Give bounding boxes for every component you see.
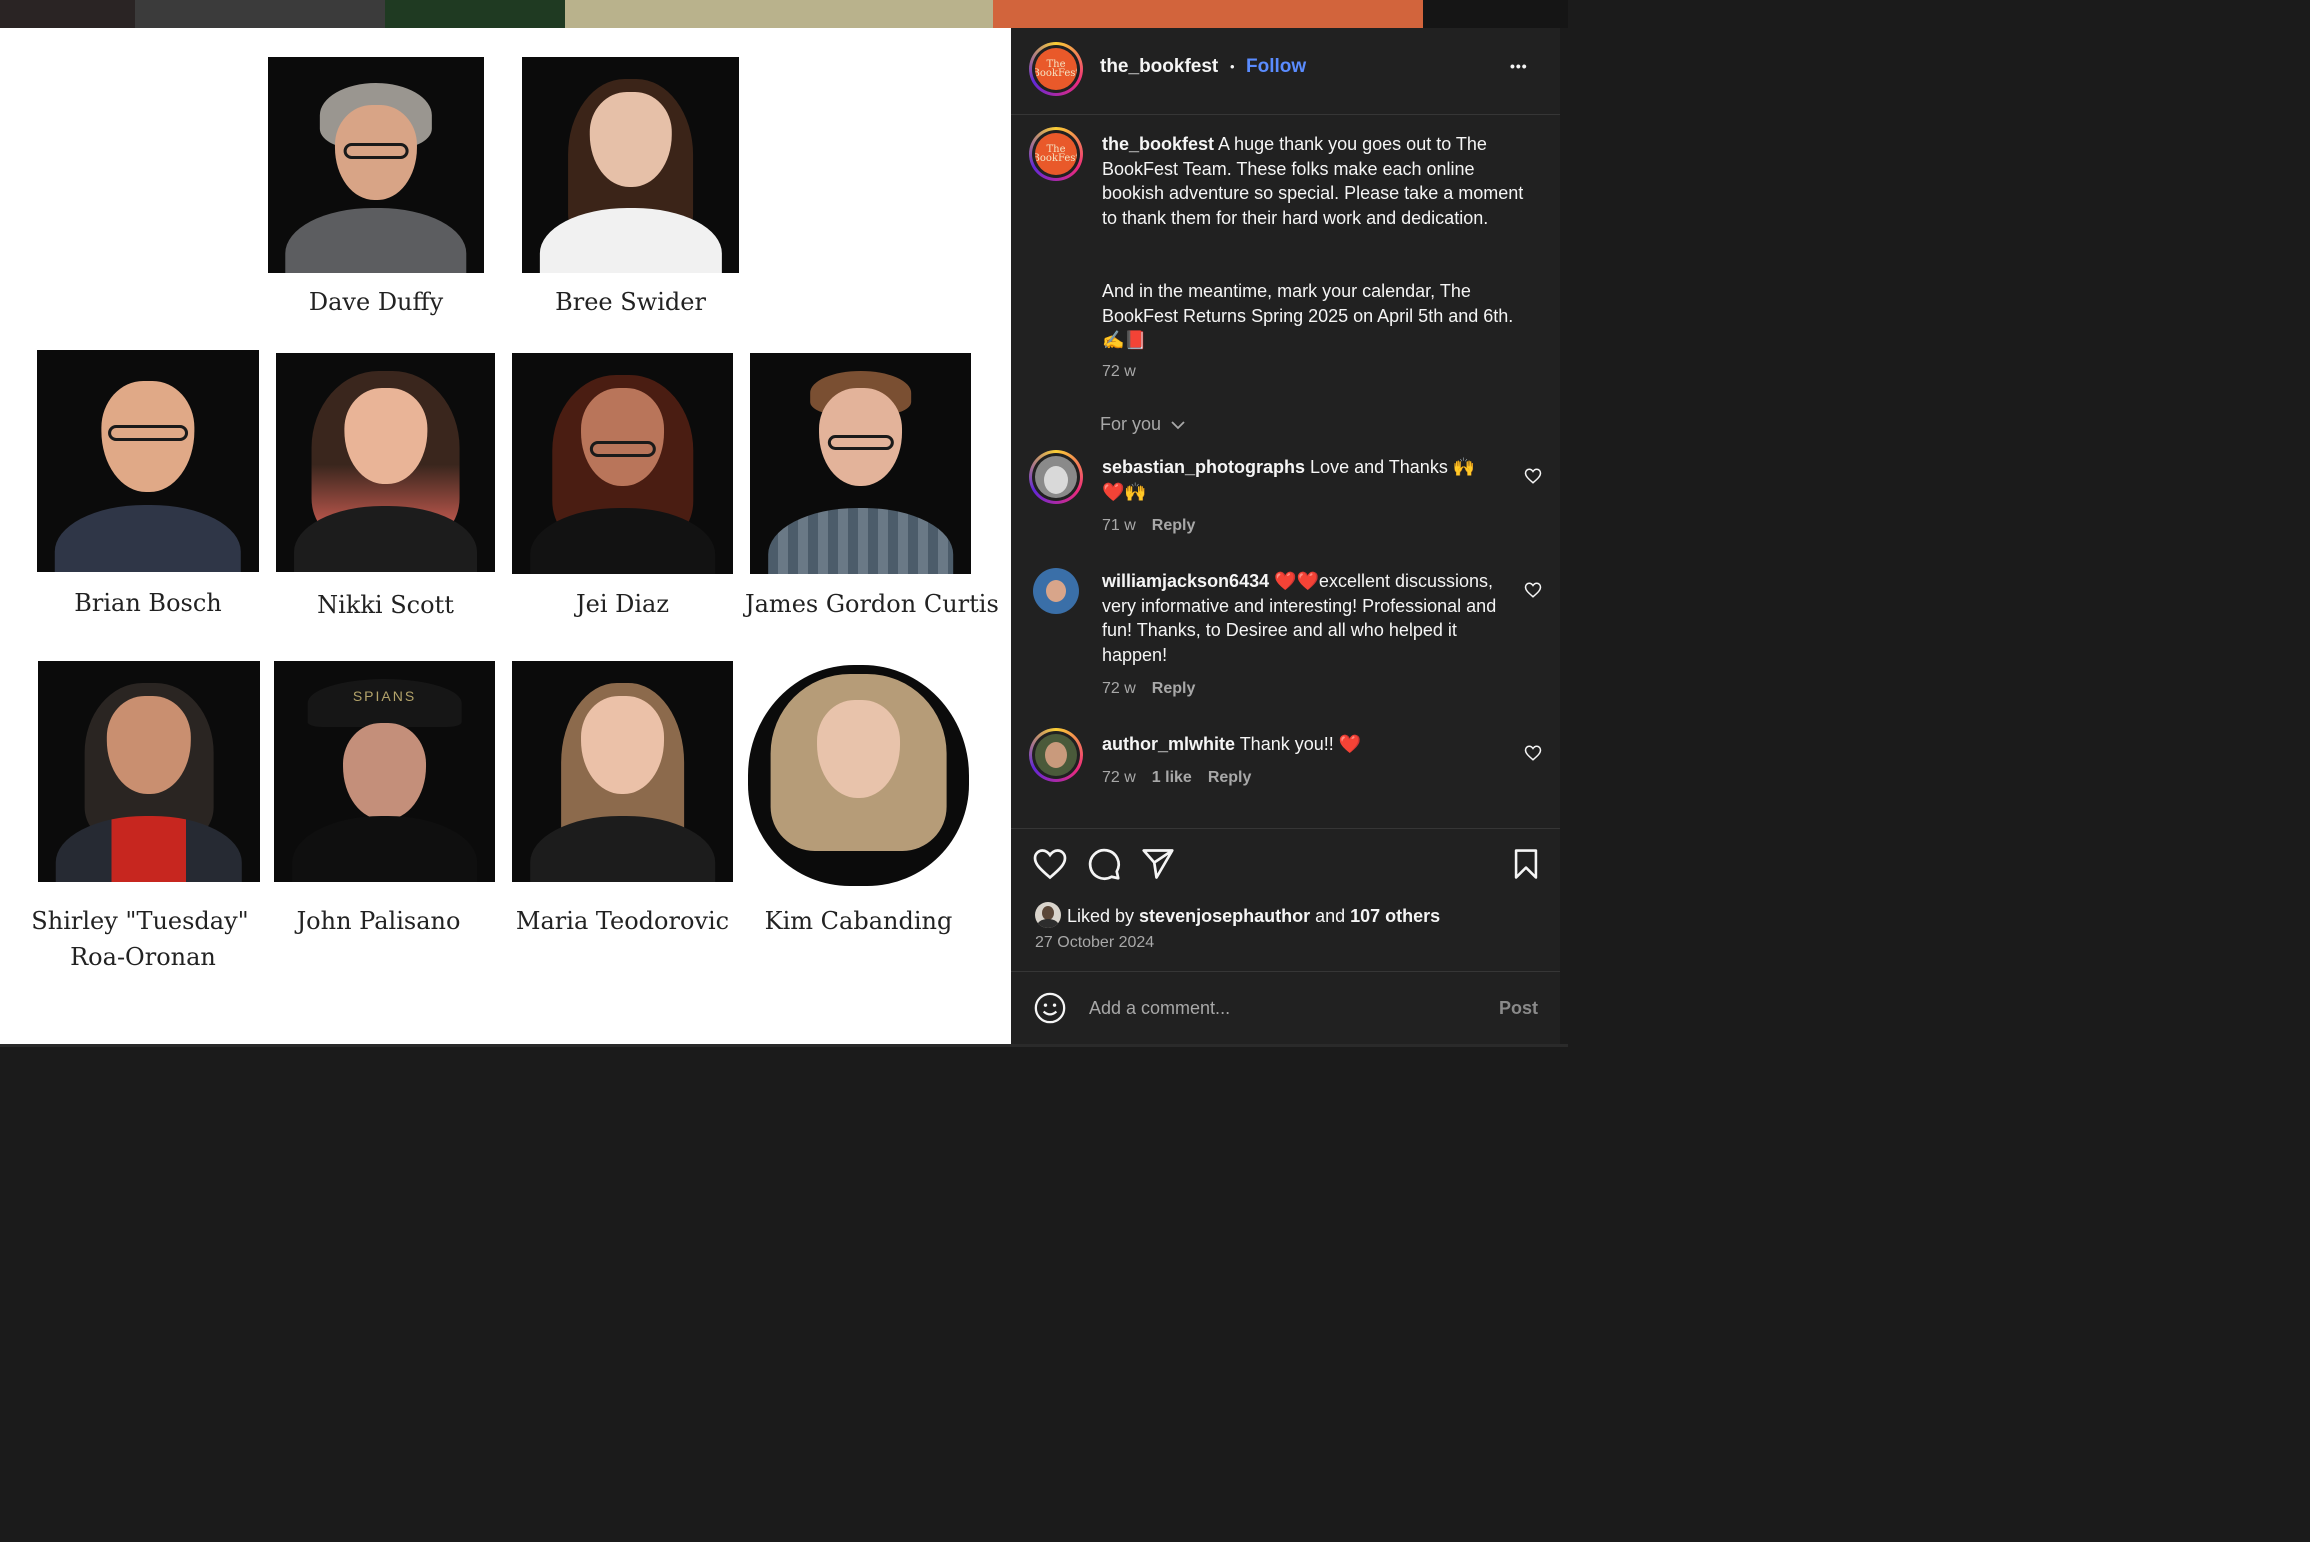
photo-jei-diaz <box>512 353 733 574</box>
composer-divider <box>1011 971 1560 972</box>
liked-by-others[interactable]: 107 others <box>1350 906 1440 926</box>
caption-text: the_bookfest A huge thank you goes out t… <box>1102 132 1532 230</box>
caption-time: 72 w <box>1102 363 1136 380</box>
follow-button[interactable]: Follow <box>1246 55 1306 80</box>
comment-meta: 72 w Reply <box>1102 680 1196 697</box>
header-separator: • <box>1230 59 1235 74</box>
for-you-dropdown[interactable]: For you <box>1100 412 1186 437</box>
more-options-button[interactable]: ••• <box>1510 54 1528 79</box>
header-username[interactable]: the_bookfest <box>1100 55 1218 80</box>
comment-text: author_mlwhite Thank you!! ❤️ <box>1102 734 1362 754</box>
caption-avatar[interactable]: TheBookFest <box>1029 127 1083 181</box>
caption-dave-duffy: Dave Duffy <box>308 288 444 316</box>
post-comment-button[interactable]: Post <box>1499 996 1538 1021</box>
caption-paragraph-2: And in the meantime, mark your calendar,… <box>1102 281 1514 350</box>
caption-shirley-line2: Roa-Oronan <box>70 943 216 971</box>
heart-icon[interactable] <box>1524 581 1542 599</box>
bookfest-logo: TheBookFest <box>1035 133 1077 175</box>
photo-shirley-roa-oronan <box>38 661 260 882</box>
actions-divider <box>1011 828 1560 829</box>
bookmark-icon[interactable] <box>1509 847 1543 881</box>
heart-icon[interactable] <box>1524 467 1542 485</box>
photo-kim-cabanding <box>748 665 969 886</box>
reply-button[interactable]: Reply <box>1208 769 1252 786</box>
like-icon[interactable] <box>1032 846 1068 882</box>
liker-avatar[interactable] <box>1035 902 1061 928</box>
photo-dave-duffy <box>268 57 484 273</box>
comment-avatar[interactable] <box>1033 568 1079 614</box>
comment-icon[interactable] <box>1086 846 1122 882</box>
photo-bree-swider <box>522 57 739 273</box>
caption-kim-cabanding: Kim Cabanding <box>764 907 953 935</box>
share-icon[interactable] <box>1140 846 1176 882</box>
caption-bree-swider: Bree Swider <box>555 288 706 316</box>
hat: SPIANS <box>307 678 462 728</box>
header-divider <box>1011 114 1560 115</box>
sidebar-edge <box>1560 28 1568 1044</box>
background-strip <box>0 0 1568 28</box>
comment-username[interactable]: author_mlwhite <box>1102 734 1235 754</box>
heart-icon[interactable] <box>1524 744 1542 762</box>
photo-maria-teodorovic <box>512 661 733 882</box>
comment-avatar[interactable] <box>1029 728 1083 782</box>
photo-james-gordon-curtis <box>750 353 971 574</box>
photo-brian-bosch <box>37 350 259 572</box>
photo-john-palisano: SPIANS <box>274 661 495 882</box>
caption-brian-bosch: Brian Bosch <box>74 589 222 617</box>
photo-nikki-scott <box>276 353 495 572</box>
comment-meta: 71 w Reply <box>1102 517 1196 534</box>
caption-jei-diaz: Jei Diaz <box>576 590 669 618</box>
chevron-down-icon <box>1171 421 1185 430</box>
liked-by-user[interactable]: stevenjosephauthor <box>1139 906 1310 926</box>
post-sidebar: TheBookFest the_bookfest • Follow ••• Th… <box>1011 28 1560 1044</box>
liked-by-text: Liked by stevenjosephauthor and 107 othe… <box>1067 906 1441 926</box>
comment-input[interactable]: Add a comment... <box>1089 996 1469 1021</box>
caption-john-palisano: John Palisano <box>296 907 461 935</box>
emoji-icon[interactable] <box>1033 991 1067 1025</box>
bookfest-logo: TheBookFest <box>1035 48 1077 90</box>
comment-avatar[interactable] <box>1029 450 1083 504</box>
comment-text: williamjackson6434 ❤️❤️excellent discuss… <box>1102 571 1497 665</box>
comment-username[interactable]: williamjackson6434 <box>1102 571 1269 591</box>
post-date: 27 October 2024 <box>1035 934 1155 951</box>
comment-text: sebastian_photographs Love and Thanks 🙌 … <box>1102 457 1476 502</box>
caption-maria-teodorovic: Maria Teodorovic <box>515 907 730 935</box>
reply-button[interactable]: Reply <box>1152 517 1196 534</box>
caption-james-gordon-curtis: James Gordon Curtis <box>745 590 999 618</box>
header-avatar[interactable]: TheBookFest <box>1029 42 1083 96</box>
comment-username[interactable]: sebastian_photographs <box>1102 457 1305 477</box>
comment-likes[interactable]: 1 like <box>1152 769 1192 786</box>
caption-username[interactable]: the_bookfest <box>1102 134 1214 154</box>
post-image: Dave Duffy Bree Swider Brian Bosch Nikki… <box>0 28 1011 1044</box>
comment-meta: 72 w1 like Reply <box>1102 769 1252 786</box>
caption-nikki-scott: Nikki Scott <box>317 591 454 619</box>
caption-shirley-line1: Shirley "Tuesday" <box>31 907 249 935</box>
reply-button[interactable]: Reply <box>1152 680 1196 697</box>
